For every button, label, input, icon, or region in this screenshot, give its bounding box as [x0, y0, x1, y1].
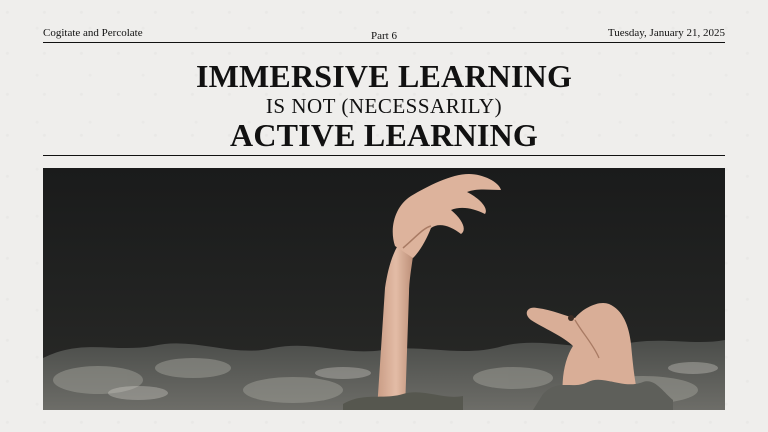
hero-photo	[43, 168, 725, 410]
headline-line-3: ACTIVE LEARNING	[230, 117, 538, 153]
hands-in-water-image	[43, 168, 725, 410]
issue-date: Tuesday, January 21, 2025	[607, 27, 725, 39]
masthead: Cogitate and Percolate Part 6 Tuesday, J…	[43, 27, 725, 42]
part-label: Part 6	[371, 30, 397, 42]
top-rule	[43, 42, 725, 43]
headline: IMMERSIVE LEARNING IS NOT (NECESSARILY) …	[43, 58, 725, 153]
headline-line-2: IS NOT (NECESSARILY)	[265, 94, 503, 118]
bottom-rule	[43, 155, 725, 156]
headline-line-1: IMMERSIVE LEARNING	[195, 58, 573, 94]
publication-name: Cogitate and Percolate	[43, 27, 143, 39]
